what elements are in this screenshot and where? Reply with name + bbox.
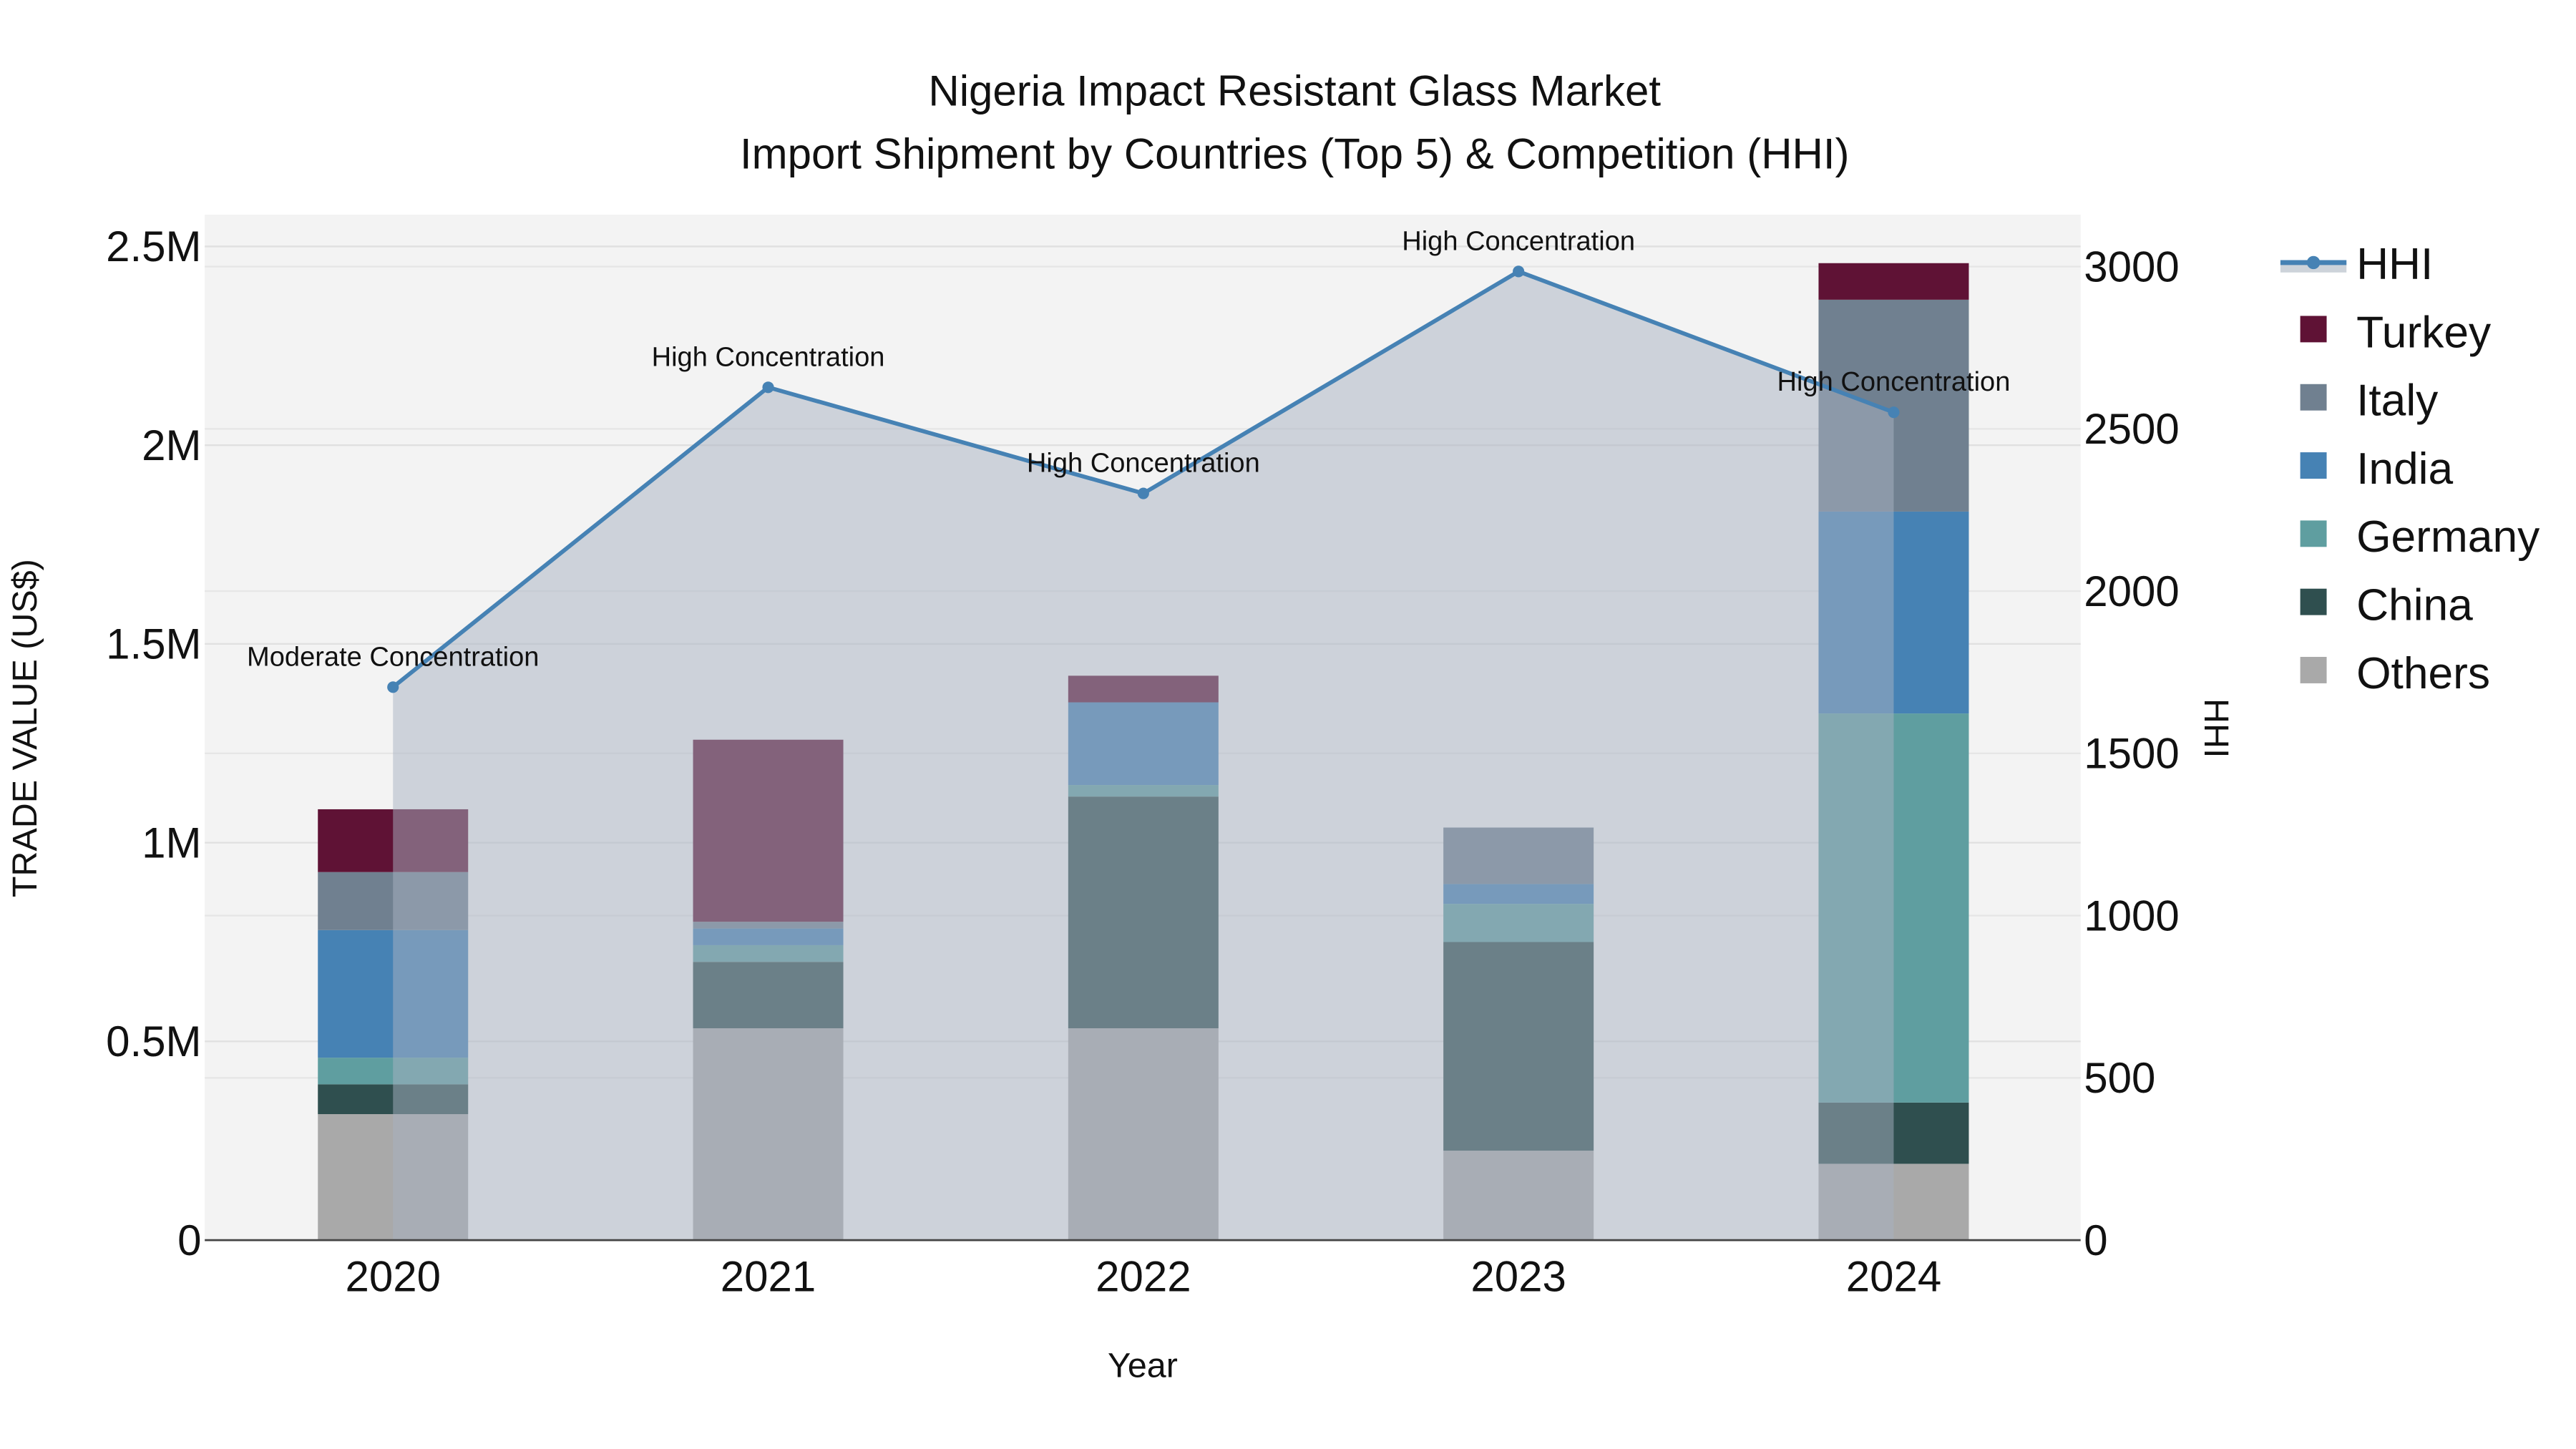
legend-swatch-others [2300,657,2327,683]
legend-item-hhi[interactable]: HHI [2280,240,2433,289]
legend-item-germany[interactable]: Germany [2300,512,2540,562]
y-axis-label: TRADE VALUE (US$) [6,559,44,897]
legend-swatch-germany [2300,520,2327,547]
legend-item-india[interactable]: India [2300,444,2454,494]
legend-label: Turkey [2356,308,2492,357]
hhi-point [762,381,774,394]
hhi-point [1137,487,1149,499]
y2-axis-ticks: 0 500 1000 1500 2000 2500 3000 [2084,243,2179,1264]
legend-item-italy[interactable]: Italy [2300,376,2439,426]
chart-subtitle: Import Shipment by Countries (Top 5) & C… [740,130,1850,177]
x-axis-label: Year [1108,1347,1178,1385]
x-axis-ticks: 2020 2021 2022 2023 2024 [345,1253,1941,1301]
legend-label: Germany [2356,512,2540,562]
legend-swatch-china [2300,588,2327,615]
y-tick-label: 1.5M [106,620,201,668]
y2-tick-label: 500 [2084,1054,2155,1102]
hhi-annotation: High Concentration [652,342,885,372]
y2-tick-label: 0 [2084,1216,2107,1264]
hhi-annotation: High Concentration [1402,226,1635,256]
legend-label: HHI [2356,240,2433,289]
legend-label: India [2356,444,2453,494]
legend-swatch-india [2300,452,2327,479]
y2-tick-label: 1500 [2084,730,2179,778]
x-tick-label: 2024 [1846,1253,1941,1301]
chart: Moderate Concentration High Concentration… [6,67,2540,1385]
x-tick-label: 2023 [1470,1253,1566,1301]
y-axis-ticks: 0 0.5M 1M 1.5M 2M 2.5M [106,223,201,1264]
legend-label: Others [2356,649,2490,698]
hhi-point [1888,406,1900,419]
x-tick-label: 2020 [345,1253,440,1301]
legend: HHI Turkey Italy India Germany China Others [2280,240,2540,698]
x-tick-label: 2021 [721,1253,816,1301]
legend-label: Italy [2356,376,2439,426]
y2-axis-label: HHI [2197,698,2235,758]
chart-title: Nigeria Impact Resistant Glass Market [928,67,1661,115]
hhi-point [387,681,399,693]
x-tick-label: 2022 [1096,1253,1191,1301]
hhi-point [1513,265,1525,278]
y-tick-label: 2M [142,421,201,469]
y2-tick-label: 1000 [2084,892,2179,940]
hhi-annotation: High Concentration [1027,449,1260,479]
legend-swatch-hhi-marker [2306,255,2321,270]
bar-turkey-2024 [1818,263,1969,300]
y2-tick-label: 2000 [2084,567,2179,615]
legend-swatch-italy [2300,384,2327,411]
y2-tick-label: 3000 [2084,243,2179,291]
legend-swatch-turkey [2300,316,2327,343]
legend-item-others[interactable]: Others [2300,649,2490,698]
hhi-annotation: High Concentration [1777,367,2011,397]
legend-item-turkey[interactable]: Turkey [2300,308,2492,357]
legend-label: China [2356,581,2473,630]
y-tick-label: 0.5M [106,1018,201,1065]
y-tick-label: 0 [177,1216,201,1264]
hhi-annotation: Moderate Concentration [247,642,539,672]
y2-tick-label: 2500 [2084,405,2179,453]
y-tick-label: 1M [142,819,201,867]
legend-item-china[interactable]: China [2300,581,2474,630]
y-tick-label: 2.5M [106,223,201,270]
